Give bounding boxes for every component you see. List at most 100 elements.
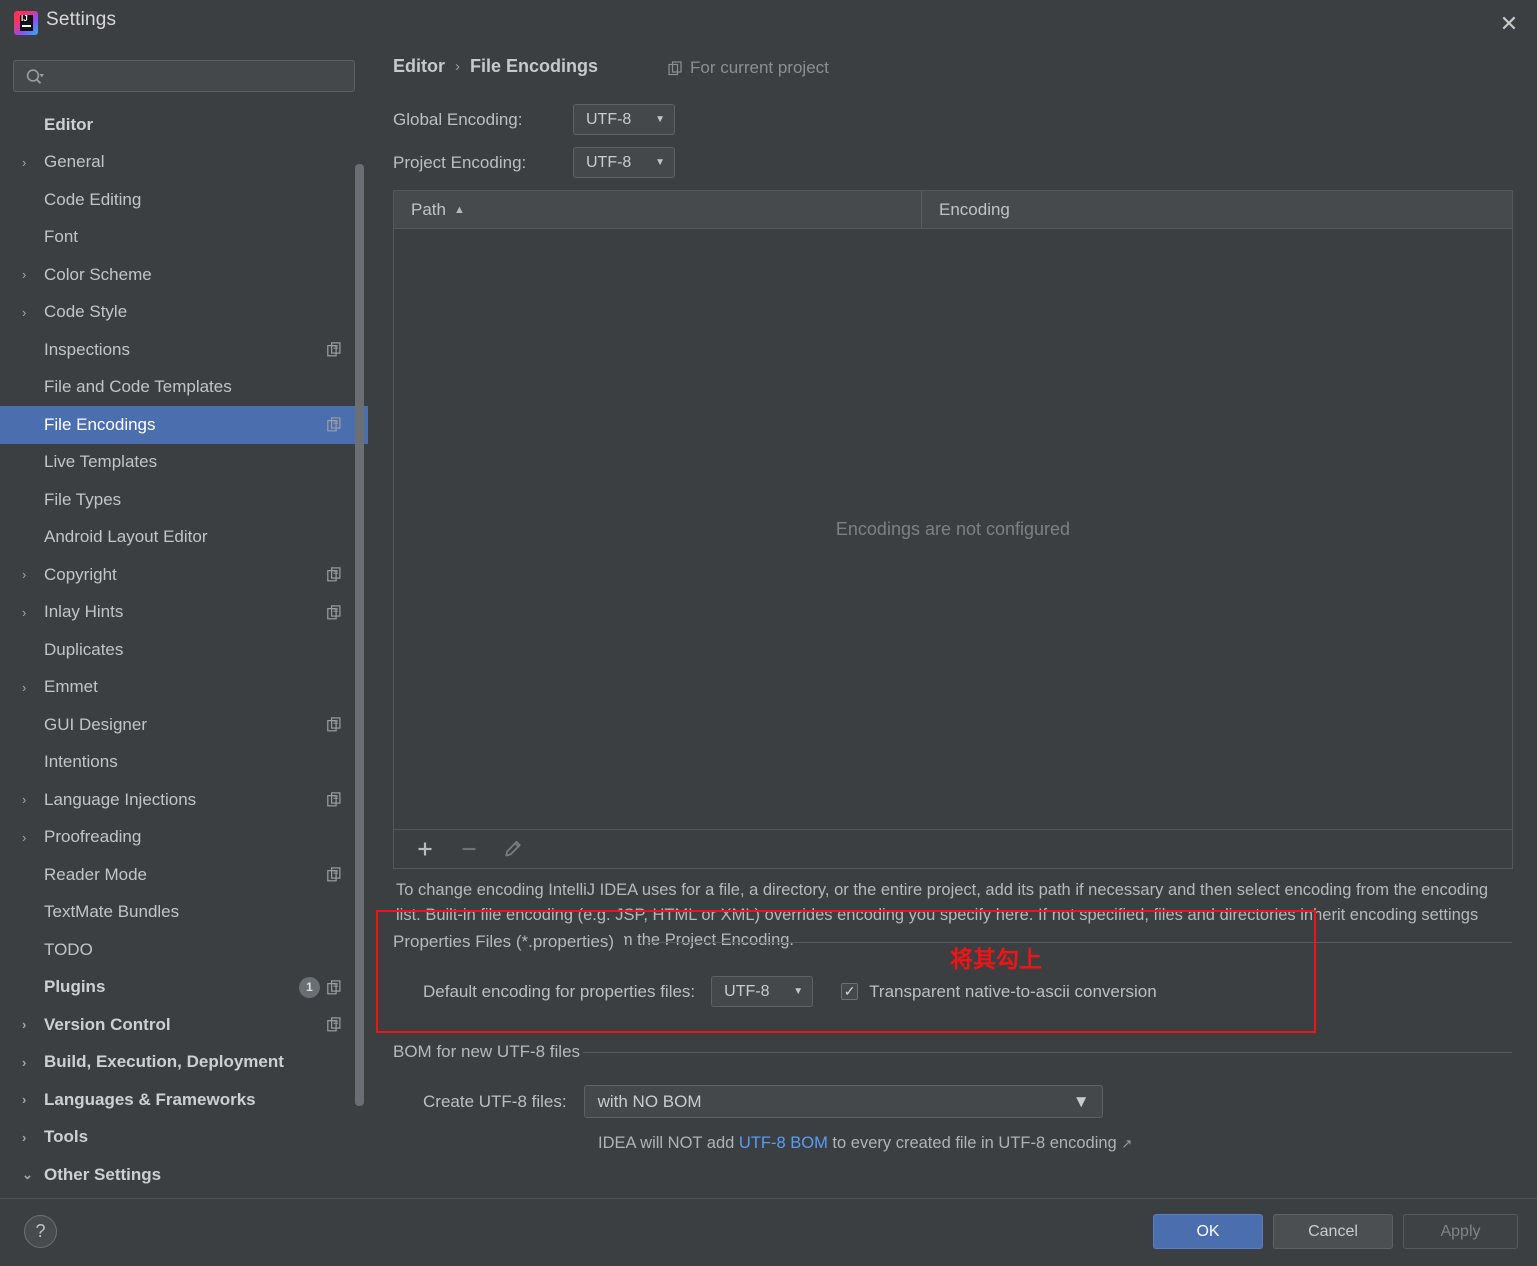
copy-settings-icon[interactable] (327, 792, 342, 807)
chevron-right-icon[interactable]: › (22, 1092, 44, 1107)
sidebar-scrollbar[interactable] (355, 164, 364, 1106)
sidebar-item-font[interactable]: ›Font (0, 219, 368, 257)
sidebar-item-android-layout-editor[interactable]: ›Android Layout Editor (0, 519, 368, 557)
properties-encoding-combo[interactable]: UTF-8 ▼ (711, 976, 814, 1007)
transparent-conversion-checkbox-row[interactable]: ✓ Transparent native-to-ascii conversion (841, 982, 1157, 1002)
help-button[interactable]: ? (24, 1215, 57, 1248)
add-button[interactable] (408, 835, 442, 863)
project-encoding-combo[interactable]: UTF-8 ▼ (573, 147, 675, 178)
copy-settings-icon[interactable] (327, 979, 342, 995)
sidebar-item-plugins[interactable]: ›Plugins1 (0, 969, 368, 1007)
global-encoding-combo[interactable]: UTF-8 ▼ (573, 104, 675, 135)
table-body: Encodings are not configured (394, 229, 1512, 829)
sidebar-item-other-settings[interactable]: ⌄ Other Settings (0, 1156, 368, 1194)
sidebar-item-language-injections[interactable]: › Language Injections (0, 781, 368, 819)
project-encoding-row: Project Encoding: UTF-8 ▼ (393, 147, 675, 178)
sidebar-item-file-and-code-templates[interactable]: ›File and Code Templates (0, 369, 368, 407)
pencil-icon (505, 840, 521, 857)
sidebar-item-reader-mode[interactable]: ›Reader Mode (0, 856, 368, 894)
copy-settings-icon[interactable] (327, 417, 342, 432)
project-encoding-value: UTF-8 (586, 153, 632, 171)
chevron-right-icon[interactable]: › (22, 830, 44, 845)
create-utf8-files-value: with NO BOM (597, 1091, 702, 1111)
sidebar-item-textmate-bundles[interactable]: ›TextMate Bundles (0, 894, 368, 932)
sidebar-item-proofreading[interactable]: › Proofreading (0, 819, 368, 857)
apply-button[interactable]: Apply (1403, 1214, 1518, 1249)
sidebar-item-label: File and Code Templates (44, 377, 232, 397)
column-header-path-label: Path (411, 199, 446, 219)
chevron-right-icon[interactable]: › (22, 1055, 44, 1070)
search-field[interactable] (13, 60, 355, 92)
chevron-right-icon[interactable]: › (22, 267, 44, 282)
sidebar-item-live-templates[interactable]: ›Live Templates (0, 444, 368, 482)
create-utf8-files-combo[interactable]: with NO BOM ▼ (583, 1085, 1103, 1118)
transparent-conversion-checkbox[interactable]: ✓ (841, 983, 859, 1000)
sort-ascending-icon: ▲ (453, 203, 465, 216)
search-input[interactable] (54, 61, 350, 91)
sidebar-item-editor[interactable]: ›Editor (0, 106, 368, 144)
dialog-footer: ? OK Cancel Apply (0, 1198, 1537, 1266)
sidebar-item-code-style[interactable]: › Code Style (0, 294, 368, 332)
sidebar-item-color-scheme[interactable]: › Color Scheme (0, 256, 368, 294)
sidebar-item-version-control[interactable]: › Version Control (0, 1006, 368, 1044)
settings-tree: ›Editor›General›Code Editing›Font›Color … (0, 106, 368, 1198)
close-icon[interactable]: ✕ (1495, 10, 1523, 38)
bom-section-title: BOM for new UTF-8 files (393, 1042, 591, 1062)
sidebar-item-copyright[interactable]: › Copyright (0, 556, 368, 594)
cancel-button[interactable]: Cancel (1273, 1214, 1393, 1249)
breadcrumb-parent[interactable]: Editor (393, 56, 445, 77)
copy-settings-icon[interactable] (327, 567, 342, 582)
chevron-down-icon: ▼ (655, 114, 665, 125)
sidebar-item-label: Reader Mode (44, 864, 148, 884)
column-header-path[interactable]: Path ▲ (394, 191, 922, 228)
sidebar-item-gui-designer[interactable]: ›GUI Designer (0, 706, 368, 744)
sidebar-item-label: General (44, 152, 105, 172)
copy-settings-icon[interactable] (327, 1017, 342, 1032)
chevron-right-icon[interactable]: › (22, 792, 44, 807)
chevron-down-icon[interactable]: ⌄ (22, 1167, 44, 1183)
sidebar-item-label: Duplicates (44, 639, 124, 659)
sidebar-item-languages-frameworks[interactable]: › Languages & Frameworks (0, 1081, 368, 1119)
chevron-right-icon[interactable]: › (22, 567, 44, 582)
sidebar-item-inlay-hints[interactable]: › Inlay Hints (0, 594, 368, 632)
breadcrumb-current: File Encodings (470, 56, 599, 76)
chevron-right-icon[interactable]: › (22, 155, 44, 170)
sidebar-item-build-execution-deployment[interactable]: › Build, Execution, Deployment (0, 1044, 368, 1082)
chevron-right-icon[interactable]: › (22, 605, 44, 620)
sidebar-item-code-editing[interactable]: ›Code Editing (0, 181, 368, 219)
copy-settings-icon[interactable] (327, 867, 342, 882)
remove-button[interactable] (452, 835, 486, 863)
copy-settings-icon[interactable] (327, 342, 342, 357)
copy-settings-icon[interactable] (327, 717, 342, 732)
default-properties-encoding-label: Default encoding for properties files: (423, 981, 696, 1001)
sidebar-item-file-types[interactable]: ›File Types (0, 481, 368, 519)
chevron-right-icon[interactable]: › (22, 1130, 44, 1145)
sidebar-item-todo[interactable]: ›TODO (0, 931, 368, 969)
copy-settings-icon[interactable] (327, 604, 342, 620)
table-header-row: Path ▲ Encoding (394, 191, 1512, 229)
ok-button[interactable]: OK (1153, 1214, 1263, 1249)
sidebar-item-emmet[interactable]: › Emmet (0, 669, 368, 707)
sidebar-item-duplicates[interactable]: ›Duplicates (0, 631, 368, 669)
plus-icon (418, 842, 432, 856)
sidebar-item-intentions[interactable]: ›Intentions (0, 744, 368, 782)
sidebar-item-label: Intentions (44, 752, 118, 772)
sidebar-item-general[interactable]: › General (0, 144, 368, 182)
sidebar-item-inspections[interactable]: ›Inspections (0, 331, 368, 369)
breadcrumb: Editor › File Encodings (393, 56, 598, 77)
sidebar-item-label: Inlay Hints (44, 602, 124, 622)
column-header-encoding[interactable]: Encoding (922, 191, 1010, 228)
chevron-right-icon[interactable]: › (22, 1017, 44, 1032)
sidebar-item-file-encodings[interactable]: ›File Encodings (0, 406, 368, 444)
bom-hint-prefix: IDEA will NOT add (598, 1134, 739, 1152)
utf8-bom-link[interactable]: UTF-8 BOM (739, 1134, 828, 1152)
sidebar-item-label: Color Scheme (44, 264, 152, 284)
edit-button[interactable] (496, 835, 530, 863)
sidebar-item-label: Code Editing (44, 189, 142, 209)
chevron-down-icon: ▼ (793, 986, 804, 997)
sidebar-item-label: Copyright (44, 564, 117, 584)
sidebar-item-tools[interactable]: › Tools (0, 1119, 368, 1157)
chevron-right-icon[interactable]: › (22, 680, 44, 695)
external-link-icon: ↗ (1121, 1136, 1133, 1151)
chevron-right-icon[interactable]: › (22, 305, 44, 320)
